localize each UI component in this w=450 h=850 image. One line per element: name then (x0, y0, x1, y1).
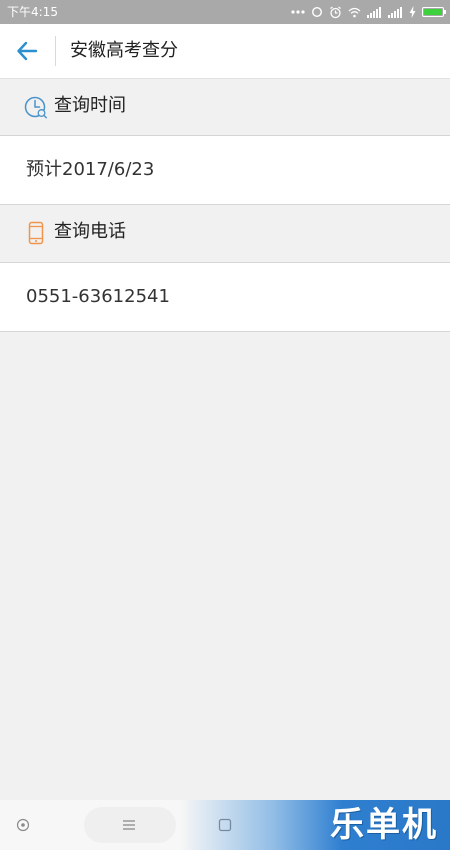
section-header-query-time: 查询时间 (0, 79, 450, 136)
section-header-label: 查询时间 (54, 95, 126, 116)
alarm-icon (330, 6, 341, 18)
status-time: 下午4:15 (7, 5, 58, 19)
watermark-logo: 乐单机 (180, 800, 450, 850)
navigation-bar: 乐单机 (0, 800, 450, 850)
app-bar: 安徽高考查分 (0, 24, 450, 79)
query-time-value: 预计2017/6/23 (26, 159, 155, 180)
status-bar: 下午4:15 (0, 0, 450, 24)
signal-icon (388, 6, 402, 18)
back-nav-icon (16, 818, 30, 832)
menu-nav-icon (123, 820, 135, 830)
query-phone-value[interactable]: 0551-63612541 (26, 285, 170, 309)
page-title: 安徽高考查分 (70, 40, 178, 61)
phone-icon (28, 221, 44, 245)
signal-icon (367, 6, 381, 18)
sync-icon (311, 6, 323, 18)
dots-icon (291, 10, 305, 14)
query-phone-row[interactable]: 0551-63612541 (0, 263, 450, 332)
status-icons (285, 4, 446, 20)
back-arrow-icon (17, 41, 38, 61)
watermark-text: 乐单机 (330, 805, 438, 845)
section-header-label: 查询电话 (54, 221, 126, 242)
charging-icon (409, 6, 416, 18)
title-divider (55, 36, 56, 66)
back-button[interactable] (10, 35, 44, 67)
wifi-icon (348, 7, 361, 17)
back-nav-button[interactable] (10, 812, 36, 838)
battery-icon (422, 7, 446, 17)
menu-nav-button[interactable] (116, 812, 142, 838)
section-header-query-phone: 查询电话 (0, 205, 450, 263)
query-time-row: 预计2017/6/23 (0, 136, 450, 205)
clock-icon (24, 96, 47, 119)
